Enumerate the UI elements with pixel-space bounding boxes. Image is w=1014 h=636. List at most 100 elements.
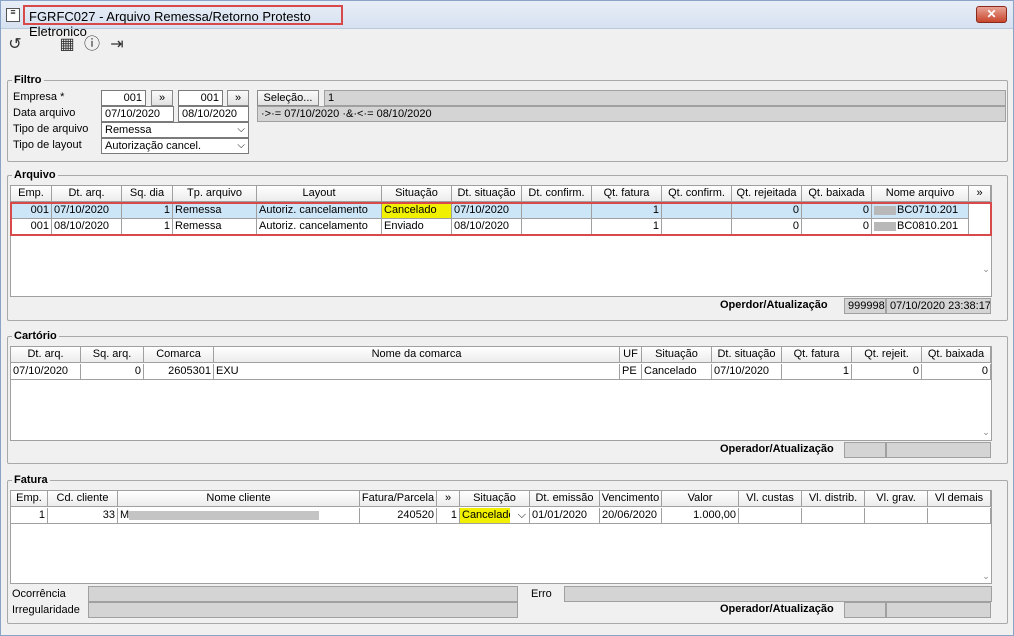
cell-situacao: Enviado xyxy=(382,219,452,235)
situacao-value: Cancelado xyxy=(460,508,510,523)
column-header[interactable]: Fatura/Parcela xyxy=(360,491,437,507)
empresa-to-input[interactable]: 001 xyxy=(178,90,223,106)
column-header[interactable]: Dt. situação xyxy=(452,186,522,202)
data-arquivo-label: Data arquivo xyxy=(13,107,76,119)
column-header[interactable]: Qt. confirm. xyxy=(662,186,732,202)
close-button[interactable]: ✕ xyxy=(976,6,1007,23)
scroll-down-icon[interactable]: ⌄ xyxy=(981,427,991,438)
nome-arquivo-text: BC0810.201 xyxy=(897,220,959,232)
column-header[interactable]: Qt. rejeitada xyxy=(732,186,802,202)
chevron-down-icon: ⌵ xyxy=(237,124,245,135)
cell-qt-rejeitada: 0 xyxy=(732,219,802,235)
column-header[interactable]: Tp. arquivo xyxy=(173,186,257,202)
column-header[interactable]: Comarca xyxy=(144,347,214,363)
cell-emp: 001 xyxy=(11,219,52,235)
cell-dt-confirm xyxy=(522,203,592,219)
cell-emp: 1 xyxy=(11,508,48,524)
column-header[interactable]: Qt. baixada xyxy=(802,186,872,202)
irregularidade-field xyxy=(88,602,518,618)
arquivo-legend: Arquivo xyxy=(14,169,56,181)
data-to-input[interactable]: 08/10/2020 xyxy=(178,106,249,122)
cell-uf: PE xyxy=(620,364,642,380)
empresa-to-range-button[interactable]: » xyxy=(227,90,249,106)
cell-qt-baixada: 0 xyxy=(802,219,872,235)
calendar-icon[interactable]: ▦ xyxy=(57,35,77,55)
column-header[interactable]: Qt. baixada xyxy=(922,347,991,363)
expand-parcela-button[interactable]: » xyxy=(437,491,460,507)
column-header[interactable]: Nome da comarca xyxy=(214,347,620,363)
cell-qt-rejeitada: 0 xyxy=(732,203,802,219)
cell-sq-dia: 1 xyxy=(122,219,173,235)
window-title: FGRFC027 - Arquivo Remessa/Retorno Prote… xyxy=(23,5,343,39)
column-header[interactable]: Sq. dia xyxy=(122,186,173,202)
column-header[interactable]: Nome arquivo xyxy=(872,186,969,202)
cartorio-operador-datetime xyxy=(886,442,991,458)
cell-qt-rejeit: 0 xyxy=(852,364,922,380)
column-header[interactable]: Vl demais xyxy=(928,491,991,507)
column-header[interactable]: Dt. arq. xyxy=(11,347,81,363)
arquivo-operador-label: Operdor/Atualização xyxy=(720,299,828,311)
cell-emp: 001 xyxy=(11,203,52,219)
tipo-arquivo-label: Tipo de arquivo xyxy=(13,123,89,135)
column-header[interactable]: Dt. situação xyxy=(712,347,782,363)
cell-nome-arquivo: BC0710.201 xyxy=(872,203,969,219)
cell-vl-demais xyxy=(928,508,991,524)
column-header[interactable]: Sq. arq. xyxy=(81,347,144,363)
empresa-label: Empresa * xyxy=(13,91,65,103)
cell-dt-confirm xyxy=(522,219,592,235)
cell-dt-situacao: 07/10/2020 xyxy=(712,364,782,380)
column-header[interactable]: Qt. fatura xyxy=(592,186,662,202)
filtro-legend: Filtro xyxy=(14,74,42,86)
column-header[interactable]: Qt. rejeit. xyxy=(852,347,922,363)
column-header[interactable]: Vl. distrib. xyxy=(802,491,865,507)
cell-layout: Autoriz. cancelamento xyxy=(257,219,382,235)
column-header[interactable]: Emp. xyxy=(11,186,52,202)
tipo-layout-select[interactable]: Autorização cancel. ⌵ xyxy=(101,138,249,154)
column-header[interactable]: Dt. confirm. xyxy=(522,186,592,202)
fatura-operador-code xyxy=(844,602,886,618)
tipo-arquivo-value: Remessa xyxy=(105,124,152,136)
data-from-input[interactable]: 07/10/2020 xyxy=(101,106,174,122)
cell-layout: Autoriz. cancelamento xyxy=(257,203,382,219)
fatura-operador-datetime xyxy=(886,602,991,618)
cell-dt-emissao: 01/01/2020 xyxy=(530,508,600,524)
column-header[interactable]: Emp. xyxy=(11,491,48,507)
column-header[interactable]: Situação xyxy=(382,186,452,202)
cell-qt-baixada: 0 xyxy=(922,364,991,380)
empresa-range-button[interactable]: » xyxy=(151,90,173,106)
selecao-button[interactable]: Seleção... xyxy=(257,90,319,106)
cell-dt-situacao: 07/10/2020 xyxy=(452,203,522,219)
column-header[interactable]: Layout xyxy=(257,186,382,202)
exit-icon[interactable]: ⇥ xyxy=(107,35,127,55)
column-header[interactable]: Situação xyxy=(460,491,530,507)
cell-tp-arquivo: Remessa xyxy=(173,203,257,219)
cell-qt-fatura: 1 xyxy=(592,203,662,219)
nome-cliente-text: M xyxy=(120,509,130,521)
cell-sq-arq: 0 xyxy=(81,364,144,380)
cell-vencimento: 20/06/2020 xyxy=(600,508,662,524)
help-icon[interactable]: ⓘ xyxy=(82,35,102,55)
arquivo-operador-code: 999998 xyxy=(844,298,886,314)
column-header[interactable]: Vl. grav. xyxy=(865,491,928,507)
column-header[interactable]: Vencimento xyxy=(600,491,662,507)
tipo-arquivo-select[interactable]: Remessa ⌵ xyxy=(101,122,249,138)
column-header[interactable]: Situação xyxy=(642,347,712,363)
column-header[interactable]: UF xyxy=(620,347,642,363)
refresh-icon[interactable]: ↺ xyxy=(5,35,25,55)
scroll-down-icon[interactable]: ⌄ xyxy=(981,571,991,582)
column-header[interactable]: Valor xyxy=(662,491,739,507)
column-header[interactable]: Cd. cliente xyxy=(48,491,118,507)
cartorio-table: Dt. arq. Sq. arq. Comarca Nome da comarc… xyxy=(10,346,992,441)
scroll-down-icon[interactable]: ⌄ xyxy=(981,264,991,275)
column-header[interactable]: Vl. custas xyxy=(739,491,802,507)
empresa-from-input[interactable]: 001 xyxy=(101,90,146,106)
expand-columns-button[interactable]: » xyxy=(969,186,991,202)
arquivo-operador-datetime: 07/10/2020 23:38:17 xyxy=(886,298,991,314)
column-header[interactable]: Dt. emissão xyxy=(530,491,600,507)
column-header[interactable]: Nome cliente xyxy=(118,491,360,507)
nome-arquivo-text: BC0710.201 xyxy=(897,204,959,216)
column-header[interactable]: Dt. arq. xyxy=(52,186,122,202)
column-header[interactable]: Qt. fatura xyxy=(782,347,852,363)
cell-situacao-select[interactable]: Cancelado ⌵ xyxy=(460,508,530,524)
cell-tp-arquivo: Remessa xyxy=(173,219,257,235)
